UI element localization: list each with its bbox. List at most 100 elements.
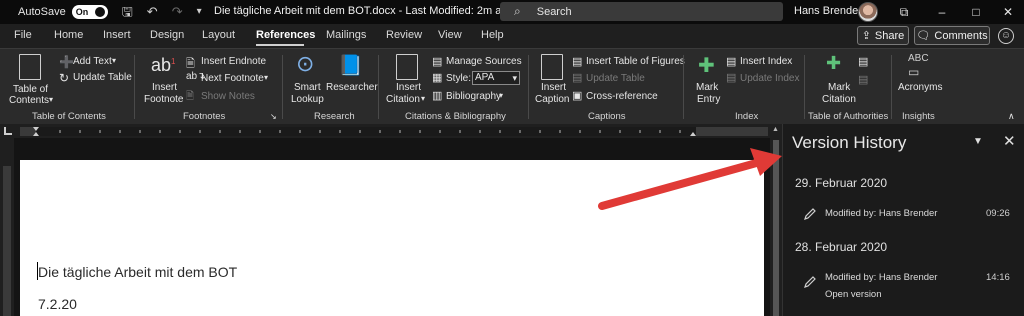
document-page[interactable]: Die tägliche Arbeit mit dem BOT 7.2.20: [20, 160, 764, 316]
avatar[interactable]: [858, 2, 878, 22]
document-date[interactable]: 7.2.20: [38, 296, 77, 312]
tab-references[interactable]: References: [256, 29, 315, 41]
close-icon[interactable]: ✕: [1003, 132, 1016, 150]
chevron-down-icon[interactable]: ▾: [499, 91, 503, 100]
save-icon[interactable]: 🖫: [122, 0, 133, 24]
tab-review[interactable]: Review: [386, 29, 422, 41]
maximize-icon[interactable]: □: [958, 0, 994, 24]
mark-citation-icon[interactable]: ✚: [826, 53, 841, 74]
insert-endnote-button[interactable]: Insert Endnote: [201, 56, 266, 67]
document-heading[interactable]: Die tägliche Arbeit mit dem BOT: [38, 264, 237, 280]
mark-entry-label-1[interactable]: Mark: [696, 82, 718, 93]
acronyms-icon[interactable]: ABC: [908, 53, 929, 64]
chevron-down-icon[interactable]: ▾: [49, 95, 53, 104]
minimize-icon[interactable]: –: [924, 0, 960, 24]
autosave-toggle[interactable]: On: [71, 5, 108, 19]
update-table-of-authorities-icon[interactable]: ▤: [858, 73, 868, 86]
chevron-down-icon[interactable]: ▾: [264, 73, 268, 82]
group-divider: [804, 55, 805, 119]
tab-file[interactable]: File: [14, 29, 32, 41]
style-icon: ▦: [432, 72, 443, 84]
insert-index-button[interactable]: Insert Index: [740, 56, 792, 67]
insert-caption-icon[interactable]: [541, 54, 563, 80]
citation-style-value: APA: [475, 72, 495, 83]
insert-footnote-icon[interactable]: ab1: [151, 55, 175, 76]
version-history-title: Version History: [792, 133, 907, 152]
smart-lookup-label-2[interactable]: Lookup: [291, 94, 324, 105]
chevron-down-icon[interactable]: ▾: [112, 56, 116, 65]
researcher-icon[interactable]: 📘: [338, 53, 363, 78]
bibliography-button[interactable]: Bibliography: [446, 91, 501, 102]
document-title: Die tägliche Arbeit mit dem BOT.docx - L…: [214, 5, 514, 17]
acronyms-button-icon[interactable]: ▭: [908, 65, 919, 79]
open-version-link[interactable]: Open version: [825, 289, 882, 300]
show-notes-button[interactable]: Show Notes: [201, 91, 255, 102]
table-of-contents-icon[interactable]: [19, 54, 41, 80]
ribbon-tabs: File Home Insert Design Layout Reference…: [0, 24, 1024, 48]
table-of-contents-label-2[interactable]: Contents: [9, 95, 49, 106]
document-canvas: Die tägliche Arbeit mit dem BOT 7.2.20: [14, 138, 770, 316]
tab-selector-icon[interactable]: [4, 127, 12, 135]
mark-entry-label-2[interactable]: Entry: [697, 94, 720, 105]
user-name[interactable]: Hans Brender: [794, 5, 862, 17]
tab-mailings[interactable]: Mailings: [326, 29, 366, 41]
pane-options-icon[interactable]: ▼: [973, 136, 983, 147]
insert-table-of-figures-button[interactable]: Insert Table of Figures: [586, 56, 685, 67]
close-window-icon[interactable]: ✕: [990, 0, 1024, 24]
smart-lookup-label-1[interactable]: Smart: [294, 82, 321, 93]
version-modified-by[interactable]: Modified by: Hans Brender: [825, 208, 937, 219]
researcher-label[interactable]: Researcher: [326, 82, 378, 93]
tab-view[interactable]: View: [438, 29, 462, 41]
search-box[interactable]: ⌕ Search: [500, 2, 783, 21]
citation-style-select[interactable]: APA: [472, 71, 520, 85]
chevron-down-icon[interactable]: ▾: [421, 94, 425, 103]
tab-design[interactable]: Design: [150, 29, 184, 41]
ribbon-display-options-icon[interactable]: ⧉: [886, 0, 922, 24]
version-modified-by[interactable]: Modified by: Hans Brender: [825, 272, 937, 283]
comments-button[interactable]: 🗨 Comments: [914, 26, 990, 45]
insert-citation-icon[interactable]: [396, 54, 418, 80]
update-table-of-figures-button[interactable]: Update Table: [586, 73, 645, 84]
scroll-thumb[interactable]: [773, 140, 779, 316]
tab-home[interactable]: Home: [54, 29, 83, 41]
group-divider: [683, 55, 684, 119]
insert-table-of-authorities-icon[interactable]: ▤: [858, 55, 868, 68]
vertical-ruler: [0, 138, 14, 316]
update-table-button[interactable]: Update Table: [73, 72, 132, 83]
feedback-smiley-icon[interactable]: ☺: [998, 28, 1014, 44]
ruler-bar[interactable]: [20, 127, 768, 136]
update-index-button[interactable]: Update Index: [740, 73, 800, 84]
group-divider: [891, 55, 892, 119]
group-divider: [528, 55, 529, 119]
customize-toolbar-icon[interactable]: ▾: [197, 0, 202, 24]
mark-entry-icon[interactable]: ✚: [698, 53, 715, 78]
comments-label: Comments: [934, 29, 988, 42]
insert-citation-label-2[interactable]: Citation: [386, 94, 420, 105]
scroll-up-icon[interactable]: ▲: [772, 126, 779, 133]
tab-layout[interactable]: Layout: [202, 29, 235, 41]
insert-caption-label-1[interactable]: Insert: [541, 82, 566, 93]
tab-insert[interactable]: Insert: [103, 29, 131, 41]
manage-sources-button[interactable]: Manage Sources: [446, 56, 522, 67]
insert-caption-label-2[interactable]: Caption: [535, 94, 569, 105]
add-text-button[interactable]: Add Text: [73, 56, 112, 67]
tab-help[interactable]: Help: [481, 29, 504, 41]
mark-citation-label-2[interactable]: Citation: [822, 94, 856, 105]
vertical-scrollbar[interactable]: ▲: [770, 124, 782, 316]
ruler-ticks: [33, 127, 696, 136]
collapse-ribbon-icon[interactable]: ∧: [1008, 111, 1015, 122]
redo-icon[interactable]: ↷: [172, 0, 183, 24]
dialog-launcher-icon[interactable]: ↘: [270, 112, 277, 121]
table-of-contents-label-1[interactable]: Table of: [13, 84, 48, 95]
insert-footnote-label-1[interactable]: Insert: [152, 82, 177, 93]
vertical-ruler-bar[interactable]: [3, 166, 11, 316]
next-footnote-button[interactable]: Next Footnote: [201, 73, 264, 84]
cross-reference-button[interactable]: Cross-reference: [586, 91, 658, 102]
mark-citation-label-1[interactable]: Mark: [828, 82, 850, 93]
insert-footnote-label-2[interactable]: Footnote: [144, 94, 183, 105]
acronyms-label[interactable]: Acronyms: [898, 82, 942, 93]
insert-citation-label-1[interactable]: Insert: [396, 82, 421, 93]
share-button[interactable]: ⇪ Share: [857, 26, 909, 45]
smart-lookup-icon[interactable]: ⊙: [296, 51, 314, 77]
undo-icon[interactable]: ↶: [147, 0, 158, 24]
